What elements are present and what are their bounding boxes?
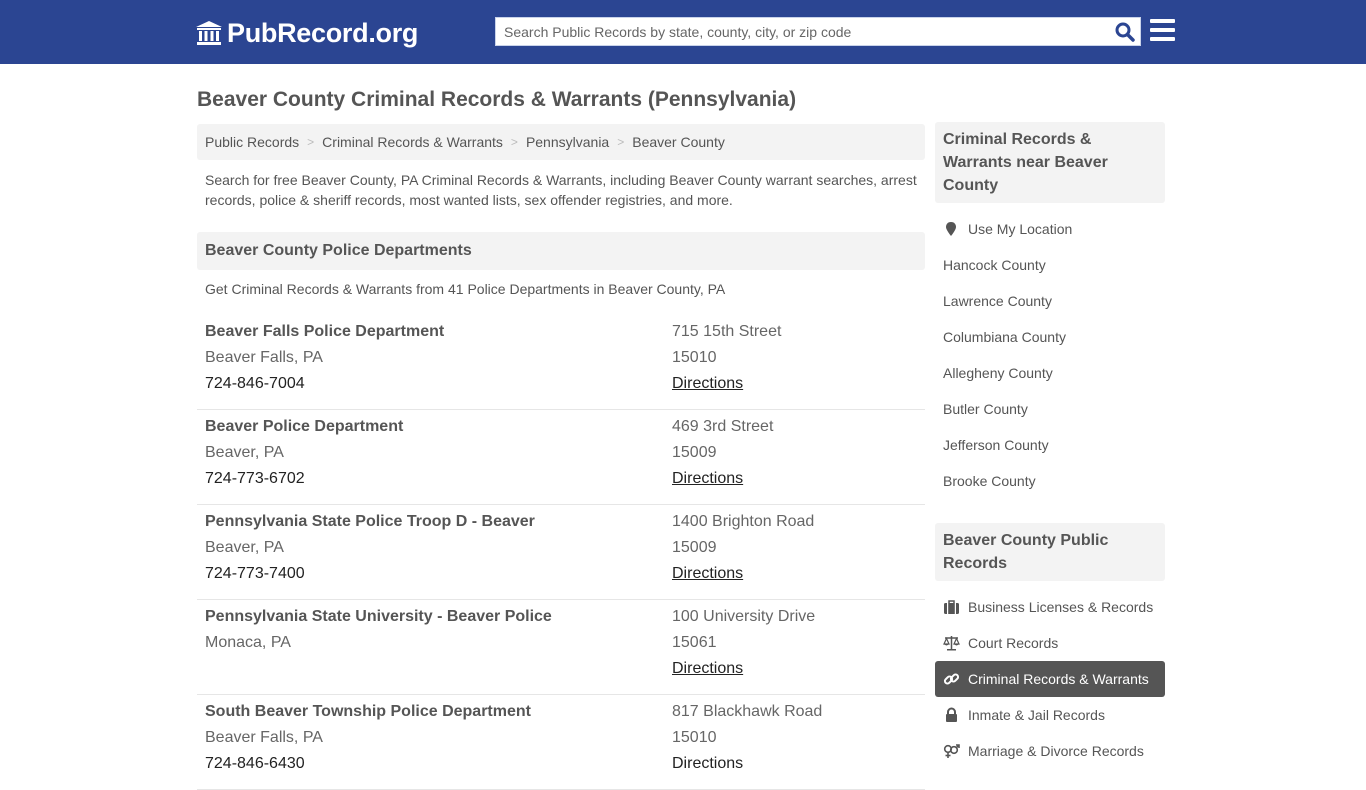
venus-mars-icon — [943, 744, 960, 758]
nearby-county-link[interactable]: Lawrence County — [935, 283, 1165, 319]
department-row: Beaver Falls Police Department Beaver Fa… — [197, 315, 925, 410]
breadcrumb: Public Records > Criminal Records & Warr… — [197, 124, 925, 160]
breadcrumb-pennsylvania[interactable]: Pennsylvania — [526, 134, 609, 150]
sidebar-item-label: Inmate & Jail Records — [968, 707, 1105, 723]
department-zip: 15009 — [672, 444, 717, 461]
department-address: 469 3rd Street — [672, 418, 774, 435]
department-city: Beaver, PA — [205, 444, 284, 461]
breadcrumb-separator: > — [510, 135, 518, 149]
sidebar-item-label: Business Licenses & Records — [968, 599, 1154, 615]
department-zip: 15009 — [672, 539, 717, 556]
nearby-county-link[interactable]: Hancock County — [935, 247, 1165, 283]
breadcrumb-beaver-county[interactable]: Beaver County — [632, 134, 725, 150]
scales-icon — [943, 636, 960, 651]
departments-heading: Beaver County Police Departments — [197, 232, 925, 270]
link-icon — [943, 673, 960, 685]
department-address: 1400 Brighton Road — [672, 513, 815, 530]
use-my-location-label: Use My Location — [968, 221, 1073, 237]
department-city: Beaver Falls, PA — [205, 729, 323, 746]
department-address: 100 University Drive — [672, 608, 816, 625]
sidebar-item-label: Marriage & Divorce Records — [968, 743, 1144, 759]
department-row: Pennsylvania State Police Troop D - Beav… — [197, 505, 925, 600]
department-city: Beaver, PA — [205, 539, 284, 556]
search-input[interactable] — [496, 18, 1106, 45]
courthouse-icon — [196, 21, 222, 45]
department-row: South Beaver Township Police Department … — [197, 695, 925, 790]
departments-list: Beaver Falls Police Department Beaver Fa… — [197, 315, 925, 790]
lock-icon — [946, 707, 957, 722]
department-row: Beaver Police Department Beaver, PA 724-… — [197, 410, 925, 505]
department-zip: 15010 — [672, 349, 717, 366]
briefcase-icon — [944, 600, 959, 614]
nearby-county-link[interactable]: Butler County — [935, 391, 1165, 427]
department-phone[interactable]: 724-773-6702 — [205, 466, 403, 492]
department-city: Beaver Falls, PA — [205, 349, 323, 366]
page-title: Beaver County Criminal Records & Warrant… — [197, 88, 797, 111]
sidebar-item-label: Criminal Records & Warrants — [968, 671, 1149, 687]
breadcrumb-separator: > — [617, 135, 625, 149]
map-marker-icon — [946, 222, 956, 236]
department-name[interactable]: Beaver Falls Police Department — [205, 319, 444, 345]
site-logo[interactable]: PubRecord.org — [195, 17, 418, 49]
department-phone[interactable]: 724-773-7400 — [205, 561, 535, 587]
public-records-panel: Beaver County Public Records Business Li… — [935, 523, 1165, 769]
public-records-heading: Beaver County Public Records — [935, 523, 1165, 581]
nearby-county-link[interactable]: Brooke County — [935, 463, 1165, 499]
sidebar-item-label: Court Records — [968, 635, 1059, 651]
department-name[interactable]: Pennsylvania State University - Beaver P… — [205, 604, 552, 630]
department-address: 817 Blackhawk Road — [672, 703, 823, 720]
directions-link[interactable]: Directions — [672, 565, 743, 582]
departments-subtitle: Get Criminal Records & Warrants from 41 … — [205, 281, 726, 297]
directions-link[interactable]: Directions — [672, 470, 743, 487]
search-icon[interactable] — [1114, 21, 1136, 43]
department-row: Pennsylvania State University - Beaver P… — [197, 600, 925, 695]
department-city: Monaca, PA — [205, 634, 291, 651]
nearby-heading: Criminal Records & Warrants near Beaver … — [935, 122, 1165, 203]
breadcrumb-criminal-records[interactable]: Criminal Records & Warrants — [322, 134, 503, 150]
department-address: 715 15th Street — [672, 323, 782, 340]
nearby-county-link[interactable]: Jefferson County — [935, 427, 1165, 463]
department-name[interactable]: Beaver Police Department — [205, 414, 403, 440]
nearby-list: Use My Location Hancock County Lawrence … — [935, 211, 1165, 499]
search-box — [495, 17, 1141, 46]
use-my-location-link[interactable]: Use My Location — [935, 211, 1165, 247]
department-zip: 15061 — [672, 634, 717, 651]
breadcrumb-public-records[interactable]: Public Records — [205, 134, 299, 150]
department-name[interactable]: South Beaver Township Police Department — [205, 699, 531, 725]
sidebar-item-marriage-records[interactable]: Marriage & Divorce Records — [935, 733, 1165, 769]
sidebar-item-inmate-records[interactable]: Inmate & Jail Records — [935, 697, 1165, 733]
nearby-panel: Criminal Records & Warrants near Beaver … — [935, 122, 1165, 499]
top-navbar: PubRecord.org — [0, 0, 1366, 64]
intro-text: Search for free Beaver County, PA Crimin… — [205, 172, 917, 208]
department-zip: 15010 — [672, 729, 717, 746]
nearby-county-link[interactable]: Columbiana County — [935, 319, 1165, 355]
public-records-list: Business Licenses & Records Court Record… — [935, 589, 1165, 769]
department-name[interactable]: Pennsylvania State Police Troop D - Beav… — [205, 509, 535, 535]
department-phone[interactable]: 724-846-6430 — [205, 751, 531, 777]
sidebar-item-court-records[interactable]: Court Records — [935, 625, 1165, 661]
directions-link[interactable]: Directions — [672, 755, 743, 772]
department-phone[interactable]: 724-846-7004 — [205, 371, 444, 397]
directions-link[interactable]: Directions — [672, 375, 743, 392]
nearby-county-link[interactable]: Allegheny County — [935, 355, 1165, 391]
hamburger-menu-icon[interactable] — [1150, 19, 1175, 41]
directions-link[interactable]: Directions — [672, 660, 743, 677]
sidebar-item-criminal-records[interactable]: Criminal Records & Warrants — [935, 661, 1165, 697]
logo-text: PubRecord.org — [227, 18, 419, 48]
sidebar-item-business-licenses[interactable]: Business Licenses & Records — [935, 589, 1165, 625]
breadcrumb-separator: > — [307, 135, 315, 149]
